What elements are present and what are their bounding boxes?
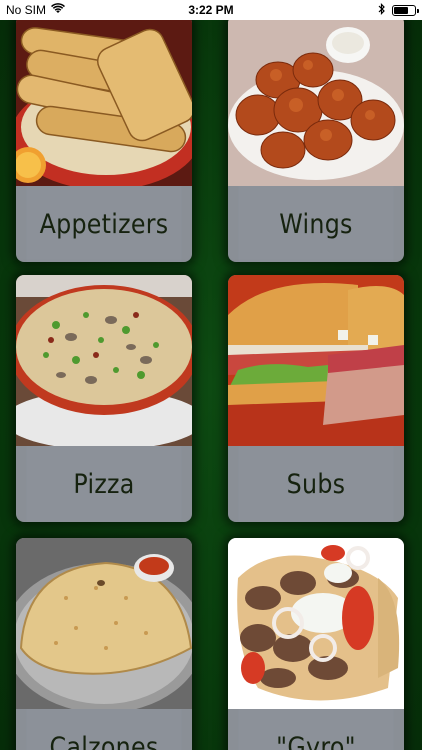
category-label-calzones: Calzones bbox=[26, 709, 182, 750]
battery-icon bbox=[392, 5, 419, 16]
category-tile-pizza[interactable]: Pizza bbox=[16, 275, 192, 522]
category-label-subs: Subs bbox=[238, 446, 394, 522]
category-tile-wings[interactable]: Wings bbox=[228, 20, 404, 262]
category-label-wings: Wings bbox=[238, 186, 394, 262]
category-tile-gyro[interactable]: "Gyro" bbox=[228, 538, 404, 750]
gyro-photo bbox=[228, 538, 404, 709]
sub-sandwich-photo bbox=[228, 275, 404, 446]
breadsticks-photo bbox=[16, 20, 192, 186]
category-tile-calzones[interactable]: Calzones bbox=[16, 538, 192, 750]
pizza-photo bbox=[16, 275, 192, 446]
category-label-appetizers: Appetizers bbox=[26, 186, 182, 262]
wings-photo bbox=[228, 20, 404, 186]
category-tile-subs[interactable]: Subs bbox=[228, 275, 404, 522]
bluetooth-icon bbox=[378, 3, 386, 18]
category-label-pizza: Pizza bbox=[26, 446, 182, 522]
status-right bbox=[378, 3, 419, 18]
category-tile-appetizers[interactable]: Appetizers bbox=[16, 20, 192, 262]
category-label-gyro: "Gyro" bbox=[238, 709, 394, 750]
status-time: 3:22 PM bbox=[188, 3, 234, 17]
calzone-photo bbox=[16, 538, 192, 709]
status-bar: No SIM 3:22 PM bbox=[0, 0, 422, 20]
menu-grid: Appetizers Wings Pizza Subs Calzones "Gy… bbox=[0, 20, 422, 750]
